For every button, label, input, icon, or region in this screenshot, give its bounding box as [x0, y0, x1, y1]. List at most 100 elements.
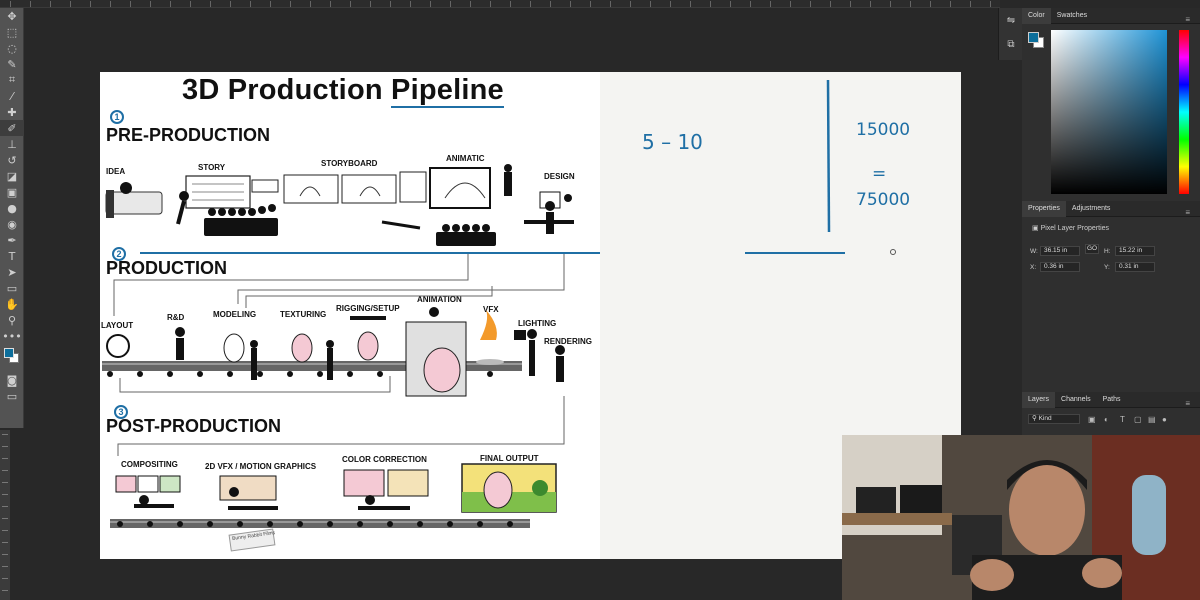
dodge-icon[interactable]: ◉	[0, 216, 24, 232]
animation-screen	[405, 307, 467, 397]
filter-pixel-icon[interactable]: ▣	[1088, 416, 1096, 424]
ruler-tick	[630, 1, 631, 7]
filter-shape-icon[interactable]: ▢	[1134, 416, 1142, 424]
pen-icon[interactable]: ✒	[0, 232, 24, 248]
pipeline-illustration	[102, 164, 600, 552]
tab-paths[interactable]: Paths	[1097, 392, 1127, 408]
filter-toggle-icon[interactable]: ●	[1162, 416, 1170, 424]
tab-adjustments[interactable]: Adjustments	[1066, 201, 1117, 217]
webcam-image	[842, 435, 1200, 600]
link-icon[interactable]: GO	[1085, 244, 1099, 254]
ruler-tick	[50, 1, 51, 7]
gradient-icon[interactable]: ▣	[0, 184, 24, 200]
panel-menu-icon[interactable]: ≡	[1179, 204, 1196, 220]
brush-icon[interactable]: ✐	[0, 120, 24, 136]
ruler-tick	[970, 1, 971, 7]
bed-icon	[105, 182, 163, 218]
path-select-icon[interactable]: ➤	[0, 264, 24, 280]
ruler-tick	[690, 1, 691, 7]
panel-foreground-color[interactable]	[1028, 32, 1039, 43]
ruler-tick	[2, 494, 8, 495]
ruler-tick	[170, 1, 171, 7]
layer-filter-kind[interactable]: ⚲ Kind	[1028, 414, 1080, 424]
w-label: W:	[1030, 248, 1038, 255]
ruler-tick	[2, 458, 8, 459]
compositing-station	[115, 475, 181, 508]
panel-menu-icon[interactable]: ≡	[1179, 11, 1196, 27]
x-field[interactable]: 0.36 in	[1040, 262, 1080, 272]
type-icon[interactable]: T	[0, 248, 24, 264]
filter-smart-icon[interactable]: ▤	[1148, 416, 1156, 424]
ruler-tick	[2, 482, 8, 483]
tab-channels[interactable]: Channels	[1055, 392, 1097, 408]
w-field[interactable]: 36.15 in	[1040, 246, 1080, 256]
eyedropper-icon[interactable]: ⁄	[0, 88, 24, 104]
tools-panel: ✥ ⬚ ◌ ✎ ⌗ ⁄ ✚ ✐ ⊥ ↺ ◪ ▣ ● ◉ ✒ T ➤ ▭ ✋ ⚲ …	[0, 8, 24, 428]
stamp-icon[interactable]: ⊥	[0, 136, 24, 152]
color-correction-station	[343, 469, 429, 510]
tab-color[interactable]: Color	[1022, 8, 1051, 24]
ruler-tick	[330, 1, 331, 7]
lasso-icon[interactable]: ◌	[0, 40, 24, 56]
tab-swatches[interactable]: Swatches	[1051, 8, 1093, 24]
hand-icon[interactable]: ✋	[0, 296, 24, 312]
marquee-icon[interactable]: ⬚	[0, 24, 24, 40]
pixel-layer-properties: ▣ Pixel Layer Properties	[1032, 225, 1110, 232]
color-picker-field[interactable]	[1051, 30, 1167, 194]
crop-icon[interactable]: ⌗	[0, 72, 24, 88]
history-panel-icon[interactable]: ⇋	[999, 8, 1023, 32]
ruler-tick	[2, 470, 8, 471]
y-field[interactable]: 0.31 in	[1115, 262, 1155, 272]
annotation-value-bottom: 75000	[856, 190, 911, 210]
ruler-tick	[610, 1, 611, 7]
more-icon[interactable]: •••	[0, 328, 24, 344]
panel-menu-icon[interactable]: ≡	[1179, 395, 1196, 411]
hue-slider[interactable]	[1179, 30, 1189, 194]
ruler-tick	[2, 518, 8, 519]
ruler-tick	[870, 1, 871, 7]
ruler-tick	[590, 1, 591, 7]
ruler-tick	[570, 1, 571, 7]
ruler-tick	[790, 1, 791, 7]
ruler-tick	[470, 1, 471, 7]
final-output-frame	[461, 463, 557, 513]
ruler-tick	[2, 434, 8, 435]
story-whiteboard-icon	[176, 175, 279, 225]
screen-mode-icon[interactable]: ▭	[0, 388, 24, 404]
ruler-tick	[350, 1, 351, 7]
healing-icon[interactable]: ✚	[0, 104, 24, 120]
zoom-icon[interactable]: ⚲	[0, 312, 24, 328]
ruler-tick	[110, 1, 111, 7]
move-icon[interactable]: ✥	[0, 8, 24, 24]
h-field[interactable]: 15.22 in	[1115, 246, 1155, 256]
color-swatches[interactable]	[0, 344, 24, 372]
ruler-tick	[30, 1, 31, 7]
ruler-tick	[850, 1, 851, 7]
quick-mask-icon[interactable]: ◙	[0, 372, 24, 388]
properties-panel-icon[interactable]: ⧉	[999, 32, 1023, 56]
document-canvas[interactable]: 3D Production Pipeline PRE-PRODUCTION PR…	[100, 72, 961, 559]
quick-select-icon[interactable]: ✎	[0, 56, 24, 72]
filter-adjust-icon[interactable]: ◐	[1104, 416, 1112, 424]
ruler-tick	[2, 506, 8, 507]
lighting-figure	[514, 329, 565, 382]
blur-icon[interactable]: ●	[0, 200, 24, 216]
ruler-tick	[710, 1, 711, 7]
history-brush-icon[interactable]: ↺	[0, 152, 24, 168]
annotation-equals: =	[872, 164, 887, 184]
shape-icon[interactable]: ▭	[0, 280, 24, 296]
ruler-tick	[250, 1, 251, 7]
tab-properties[interactable]: Properties	[1022, 201, 1066, 217]
eraser-icon[interactable]: ◪	[0, 168, 24, 184]
tab-layers[interactable]: Layers	[1022, 392, 1056, 408]
ruler-tick	[270, 1, 271, 7]
webcam-overlay	[842, 435, 1200, 600]
properties-panel-tabs: Properties Adjustments ≡	[1022, 201, 1200, 217]
ruler-tick	[670, 1, 671, 7]
filter-type-icon[interactable]: T	[1120, 416, 1128, 424]
ruler-tick	[2, 530, 8, 531]
ruler-tick	[650, 1, 651, 7]
design-desk	[524, 191, 574, 234]
foreground-color-swatch[interactable]	[4, 348, 14, 358]
layers-panel-tabs: Layers Channels Paths ≡	[1022, 392, 1200, 408]
